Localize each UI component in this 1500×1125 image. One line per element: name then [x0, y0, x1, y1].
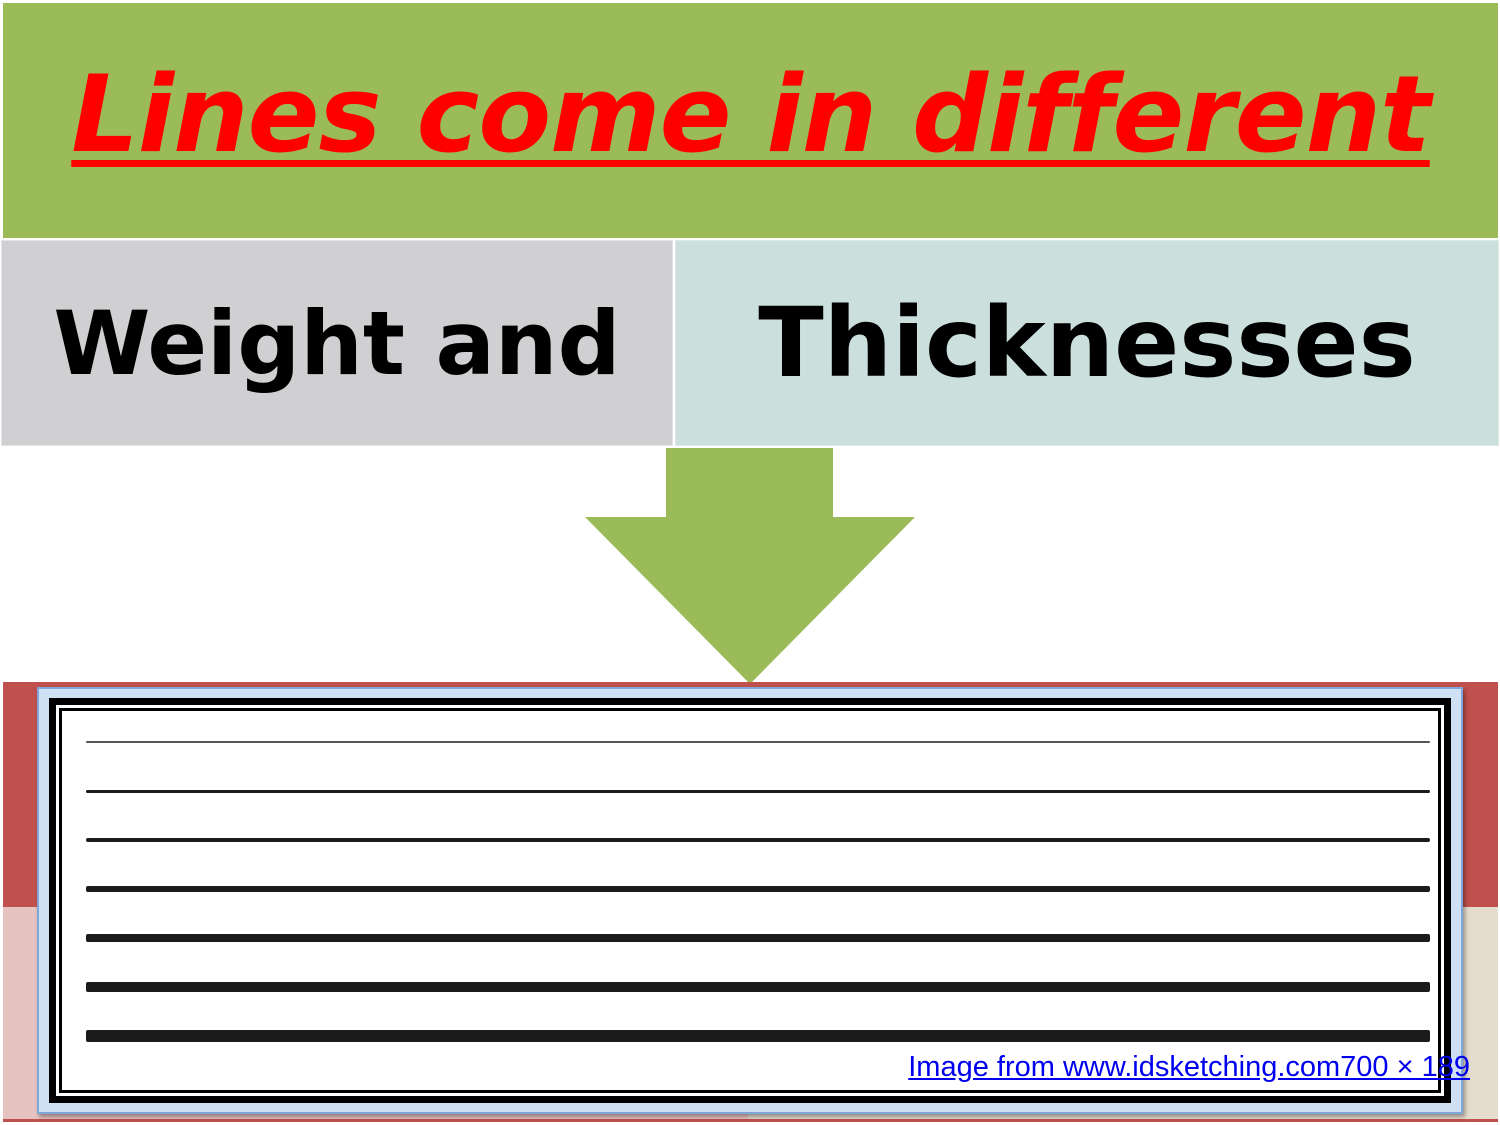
sample-line-2: [86, 789, 1430, 793]
sample-line-3: [86, 838, 1430, 842]
sample-line-5: [86, 934, 1430, 942]
sample-line-1: [86, 741, 1430, 743]
sample-line-6: [86, 982, 1430, 992]
sample-line-4: [86, 886, 1430, 892]
thickness-label: Thicknesses: [758, 287, 1416, 399]
thickness-box: Thicknesses: [675, 240, 1499, 446]
line-weights-image: [49, 698, 1451, 1103]
weight-label: Weight and: [53, 291, 621, 395]
line-weights-image-frame: [37, 687, 1463, 1114]
line-weights-canvas: [59, 708, 1441, 1093]
slide-title: Lines come in different: [71, 53, 1430, 176]
weight-box: Weight and: [1, 240, 673, 446]
down-arrow-icon: [585, 448, 915, 684]
image-source-link[interactable]: Image from www.idsketching.com700 × 189: [908, 1051, 1470, 1084]
slide: Lines come in different Weight and Thick…: [0, 0, 1500, 1125]
sample-line-7: [86, 1030, 1430, 1042]
title-band: Lines come in different: [3, 3, 1498, 238]
bottom-rule: [3, 1119, 1498, 1122]
